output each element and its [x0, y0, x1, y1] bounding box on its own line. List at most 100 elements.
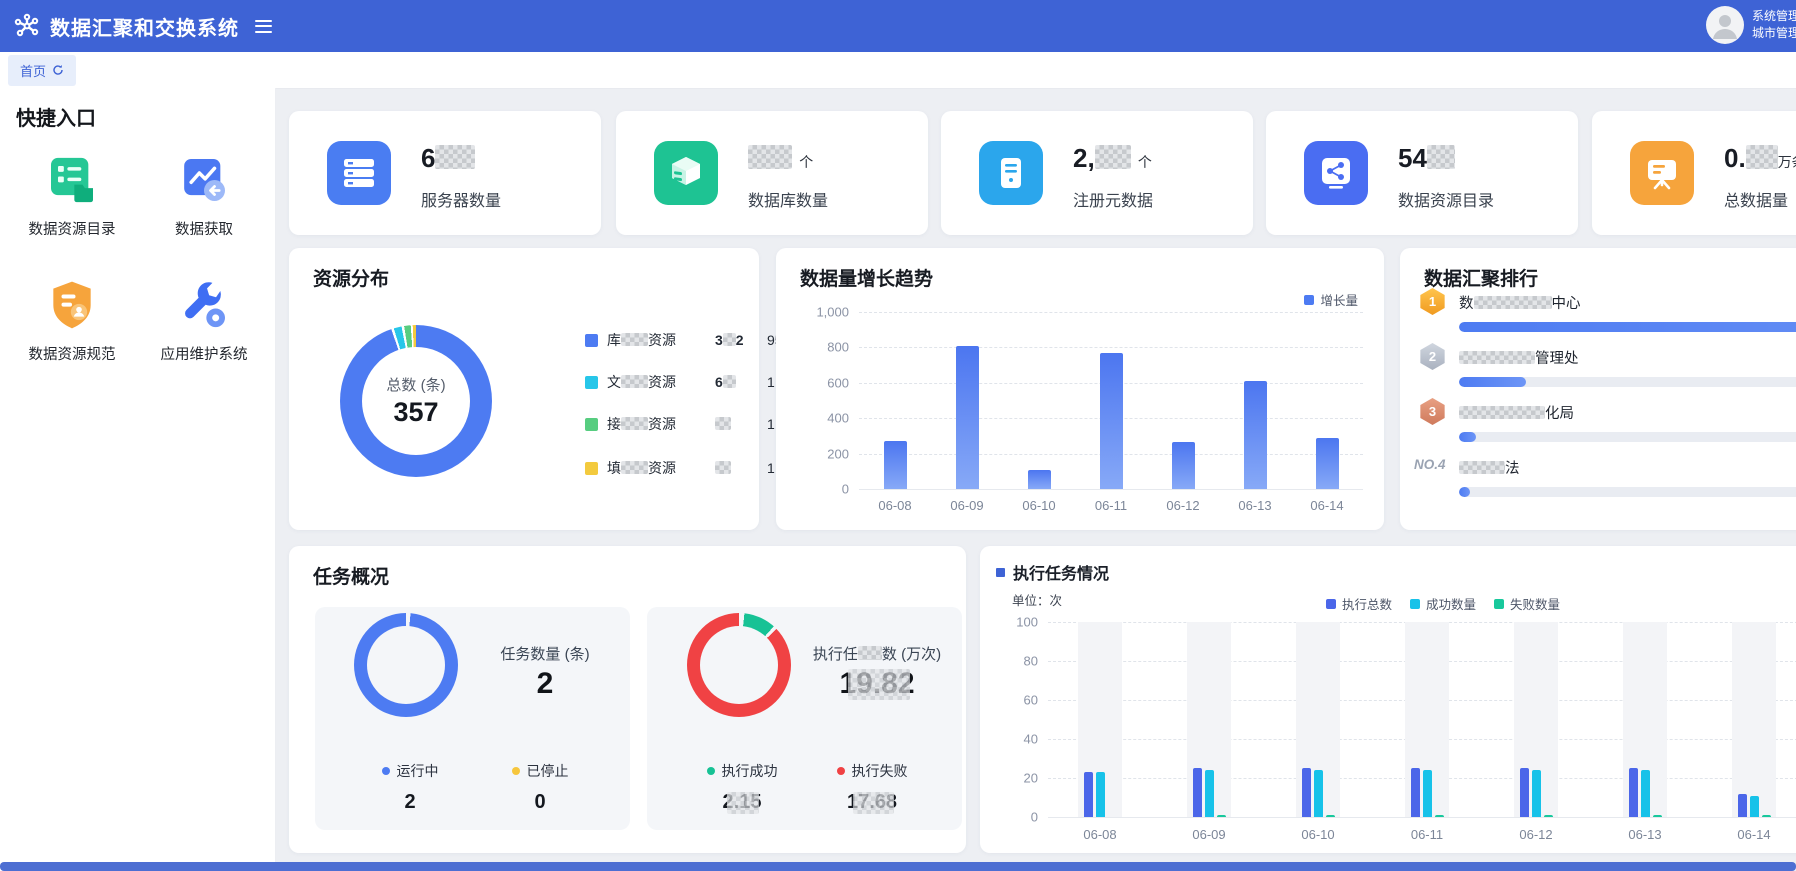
horizontal-scrollbar[interactable] [0, 862, 1796, 871]
server-tower-icon [979, 141, 1043, 205]
resource-legend-row: 填资源1.12% [585, 458, 807, 478]
exec-legend: 执行总数成功数量失败数量 [1326, 594, 1560, 613]
legend-name: 库 资源 [607, 330, 715, 350]
text-fragment: 中心 [1552, 296, 1581, 312]
text-fragment: 化局 [1545, 406, 1574, 422]
text-fragment: 54 [1398, 143, 1427, 173]
avatar[interactable] [1706, 6, 1744, 44]
stat-card-databases[interactable]: 个 数据库数量 [616, 111, 928, 235]
user-area[interactable]: 系统管理 城市管理 [1706, 6, 1796, 44]
legend-value: 6 [715, 374, 767, 390]
y-axis-tick: 800 [797, 340, 849, 355]
donut-center: 总数 (条) 357 [340, 325, 492, 477]
growth-bar [1028, 470, 1051, 489]
exec-bar [1302, 768, 1311, 817]
legend-label: 执行失败 [852, 761, 908, 781]
stat-card-servers[interactable]: 6 服务器数量 [289, 111, 601, 235]
refresh-icon[interactable] [52, 64, 64, 76]
text-fragment: 文 [607, 374, 621, 390]
resource-legend-row: 文资源61.68% [585, 372, 807, 392]
legend-dot [382, 767, 390, 775]
panel-title: 资源分布 [313, 264, 389, 291]
y-axis-tick: 1,000 [797, 305, 849, 320]
user-org: 城市管理 [1752, 25, 1796, 42]
x-axis-label: 06-12 [1166, 498, 1199, 513]
redacted-fragment [858, 646, 882, 660]
text-fragment: 库 [607, 332, 621, 348]
text-fragment: 2 [736, 332, 744, 348]
ranking-item-name: 法 [1459, 457, 1520, 478]
legend-label: 执行总数 [1342, 594, 1392, 613]
legend-name: 接资源 [607, 414, 715, 434]
maintenance-icon [176, 277, 232, 333]
app-logo-icon [14, 13, 40, 39]
exec-bar [1205, 770, 1214, 817]
exec-bar-chart: 10080604020006-0806-0906-1006-1106-1206-… [1048, 622, 1796, 817]
ranking-bar-fill [1459, 322, 1796, 332]
text-fragment: 6 [421, 143, 435, 173]
exec-bar [1520, 768, 1529, 817]
legend-value: 2.15 [723, 791, 762, 814]
y-axis-tick: 0 [986, 810, 1038, 825]
sidebar-item-data-standard[interactable]: 数据资源规范 [6, 277, 138, 364]
stat-card-metadata[interactable]: 2, 个 注册元数据 [941, 111, 1253, 235]
stat-value: 6 [421, 143, 475, 174]
sidebar-item-data-acquire[interactable]: 数据获取 [138, 152, 270, 239]
redacted-fragment [1746, 145, 1778, 169]
metric-value: 19.82 [802, 667, 952, 701]
growth-bar [1172, 442, 1195, 489]
text-fragment: 执行任 [813, 646, 858, 663]
y-axis-tick: 80 [986, 654, 1038, 669]
stat-card-total-data[interactable]: 0.万条 总数据量 [1592, 111, 1796, 235]
text-fragment: 资源 [648, 460, 676, 476]
redacted-fragment [1095, 145, 1131, 169]
legend-swatch [1494, 599, 1504, 609]
exec-bar [1544, 815, 1553, 817]
redacted-fragment [435, 145, 475, 169]
stat-card-resource-catalog[interactable]: 54 数据资源目录 [1266, 111, 1578, 235]
text-fragment: 资源 [648, 332, 676, 348]
x-axis-label: 06-10 [1301, 827, 1334, 842]
gridline [859, 347, 1363, 348]
y-axis-tick: 60 [986, 693, 1038, 708]
task-count-donut [354, 613, 458, 717]
stat-value: 个 [748, 143, 813, 174]
task-count-legend: 运行中 2 已停止 0 [345, 761, 605, 814]
sidebar-item-label: 应用维护系统 [161, 343, 248, 364]
x-axis-label: 06-08 [878, 498, 911, 513]
x-axis-label: 06-10 [1022, 498, 1055, 513]
sidebar-item-data-catalog[interactable]: 数据资源目录 [6, 152, 138, 239]
growth-bar [1244, 381, 1267, 489]
legend-swatch [585, 418, 598, 431]
gridline [859, 312, 1363, 313]
y-axis-tick: 20 [986, 771, 1038, 786]
growth-trend-panel: 数据量增长趋势 增长量 1,000800600400200006-0806-09… [776, 248, 1384, 530]
y-axis-tick: 400 [797, 411, 849, 426]
growth-legend: 增长量 [1304, 290, 1358, 309]
redacted-fragment [621, 461, 648, 474]
menu-toggle-icon[interactable] [255, 20, 272, 33]
aggregation-ranking-panel: 数据汇聚排行 1数中心2管理处3化局NO.4法 [1400, 248, 1796, 530]
server-stack-icon [327, 141, 391, 205]
legend-swatch [585, 376, 598, 389]
legend-item-stopped: 已停止 0 [512, 761, 569, 814]
tab-home[interactable]: 首页 [8, 55, 76, 86]
tab-bar: 首页 [0, 52, 1796, 89]
text-fragment: 数 [1459, 296, 1474, 312]
board-icon [1630, 141, 1694, 205]
exec-bar [1423, 770, 1432, 817]
redacted-fragment [723, 375, 736, 388]
sidebar-item-app-maintenance[interactable]: 应用维护系统 [138, 277, 270, 364]
exec-legend-item: 成功数量 [1410, 594, 1476, 613]
exec-bar [1435, 815, 1444, 817]
panel-title: 数据汇聚排行 [1424, 264, 1538, 291]
task-exec-legend: 执行成功 2.15 执行失败 17.68 [677, 761, 937, 814]
ranking-bar-track [1459, 322, 1796, 332]
stat-unit: 个 [1138, 154, 1152, 170]
ranking-item-name: 数 中心 [1459, 292, 1581, 313]
ranking-bar-fill [1459, 377, 1526, 387]
tab-home-label: 首页 [20, 61, 46, 80]
text-fragment: 2, [1073, 143, 1095, 173]
growth-bar [1100, 353, 1123, 489]
ranking-bar-fill [1459, 432, 1476, 442]
